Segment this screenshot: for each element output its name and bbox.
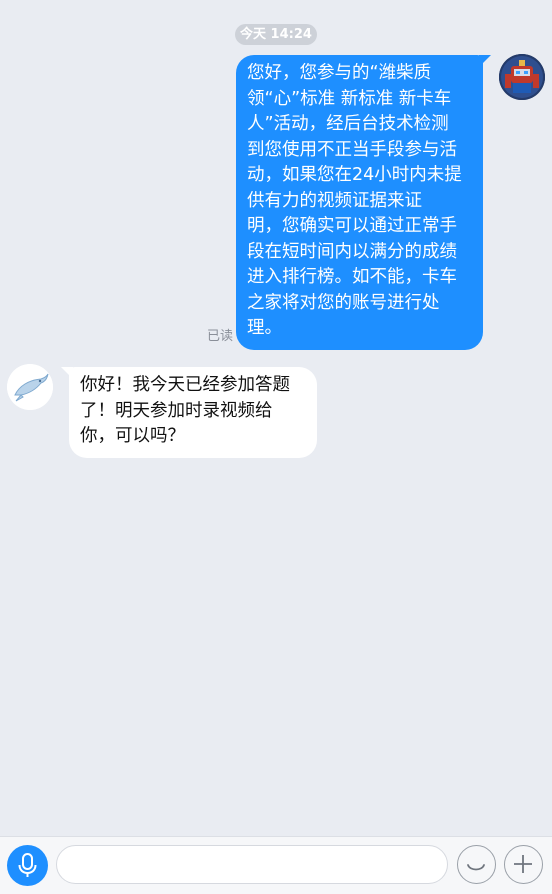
robot-avatar-icon — [499, 54, 545, 100]
plus-icon — [514, 855, 532, 873]
contact-avatar[interactable] — [7, 364, 53, 410]
outgoing-message-bubble[interactable]: 您好，您参与的“潍柴质 领“心”标准 新标准 新卡车 人”活动，经后台技术检测 … — [236, 55, 491, 350]
voice-input-button[interactable] — [7, 845, 48, 886]
incoming-message-bubble[interactable]: 你好！我今天已经参加答题 了！明天参加时录视频给 你，可以吗？ — [61, 367, 317, 458]
read-receipt: 已读 — [207, 329, 234, 344]
message-line: 明，您确实可以通过正常手 — [247, 216, 457, 236]
timestamp-label: 今天 14:24 — [240, 27, 312, 42]
fish-avatar-icon — [7, 364, 53, 410]
message-line: 理。 — [247, 318, 282, 338]
chat-area[interactable]: 今天 14:24 您好，您参与的“潍柴质 领“心”标准 新标准 新卡车 人”活动… — [0, 0, 552, 836]
message-line: 进入排行榜。如不能，卡车 — [247, 267, 457, 287]
microphone-icon — [18, 853, 37, 877]
message-input[interactable] — [56, 845, 448, 884]
smiley-icon — [467, 864, 485, 871]
message-line: 段在短时间内以满分的成绩 — [247, 241, 457, 262]
emoji-button[interactable] — [457, 845, 496, 884]
message-line: 人”活动，经后台技术检测 — [247, 114, 449, 134]
message-line: 您好，您参与的“潍柴质 — [247, 63, 432, 83]
message-line: 动，如果您在24小时内未提 — [247, 165, 462, 185]
message-line: 你好！我今天已经参加答题 — [80, 375, 290, 395]
message-line: 到您使用不正当手段参与活 — [247, 139, 457, 160]
my-avatar[interactable] — [499, 54, 545, 100]
input-bar — [0, 836, 552, 894]
message-line: 供有力的视频证据来证 — [247, 190, 422, 211]
more-actions-button[interactable] — [504, 845, 543, 884]
message-line: 领“心”标准 新标准 新卡车 — [247, 88, 452, 109]
timestamp-pill: 今天 14:24 — [235, 24, 317, 45]
message-line: 之家将对您的账号进行处 — [247, 292, 440, 313]
message-line: 你，可以吗？ — [80, 426, 185, 446]
message-line: 了！明天参加时录视频给 — [80, 400, 273, 421]
